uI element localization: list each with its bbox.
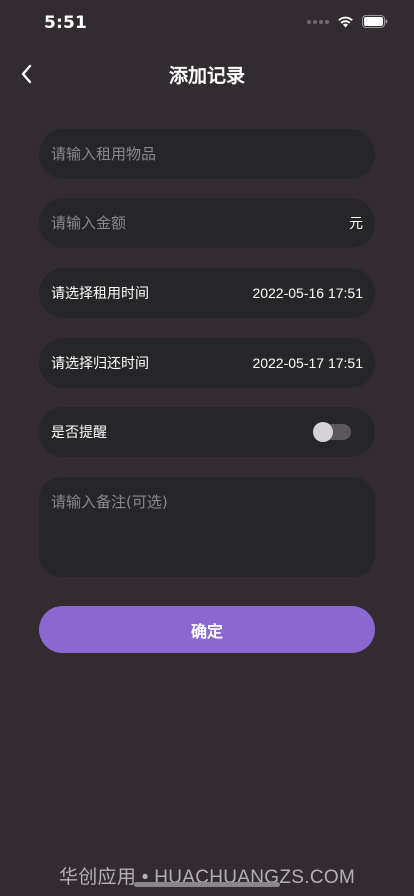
amount-field[interactable]: 元 [39,198,375,248]
status-time: 5:51 [44,13,88,33]
status-icons [307,15,388,28]
toggle-knob [313,422,333,442]
item-field[interactable] [39,129,375,179]
nav-bar: 添加记录 [0,52,414,96]
confirm-button[interactable]: 确定 [39,606,375,653]
battery-icon [362,15,388,28]
notes-input[interactable] [51,491,363,563]
return-time-picker[interactable]: 请选择归还时间 2022-05-17 17:51 [39,338,375,388]
remind-label: 是否提醒 [51,425,107,441]
wifi-icon [338,16,353,28]
remind-row: 是否提醒 [39,407,375,457]
item-input[interactable] [51,145,363,163]
amount-unit: 元 [349,216,363,232]
return-time-label: 请选择归还时间 [51,356,149,372]
notes-field[interactable] [39,477,375,577]
remind-toggle[interactable] [313,422,351,442]
rent-time-value: 2022-05-16 17:51 [252,285,363,301]
rent-time-label: 请选择租用时间 [51,286,149,302]
signal-icon [307,19,329,24]
rent-time-picker[interactable]: 请选择租用时间 2022-05-16 17:51 [39,268,375,318]
amount-input[interactable] [51,214,349,232]
return-time-value: 2022-05-17 17:51 [252,355,363,371]
page-title: 添加记录 [168,65,245,87]
status-bar: 5:51 [0,0,414,44]
home-indicator [134,882,280,887]
